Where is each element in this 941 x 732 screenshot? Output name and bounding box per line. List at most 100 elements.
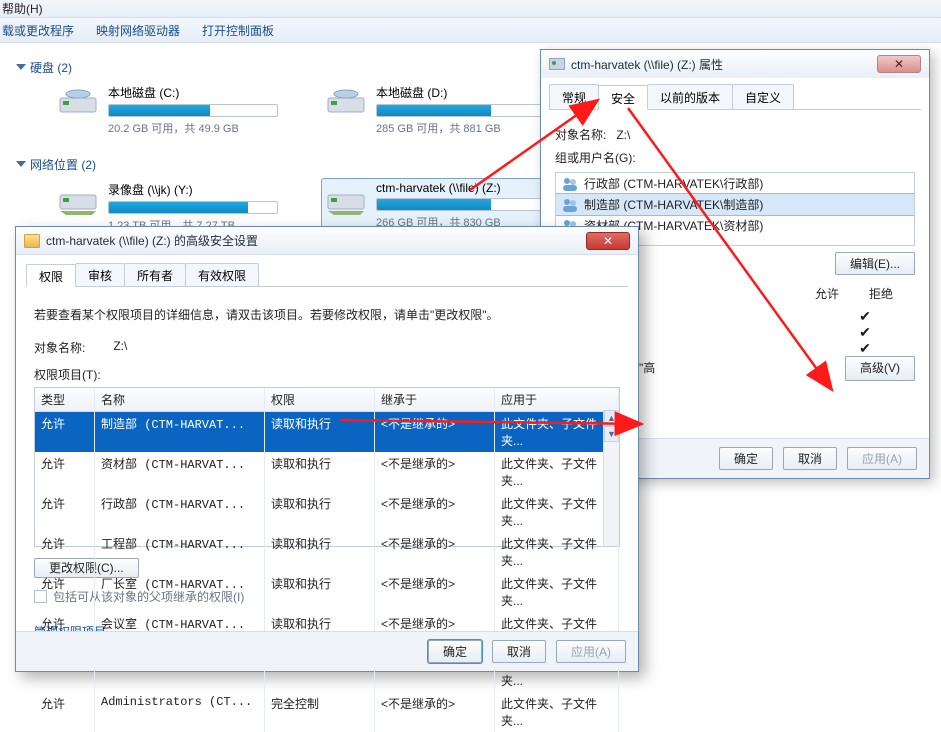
drive-d-name: 本地磁盘 (D:) xyxy=(376,84,554,101)
permission-cell-perm: 完全控制 xyxy=(265,692,375,732)
cancel-button[interactable]: 取消 xyxy=(492,640,546,663)
drive-y-name: 录像盘 (\\jk) (Y:) xyxy=(108,181,286,198)
tab-custom[interactable]: 自定义 xyxy=(732,84,794,109)
permission-cell-inh: <不是继承的> xyxy=(375,452,495,492)
group-icon xyxy=(562,197,578,213)
permission-cell-name: 厂长室 (CTM-HARVAT... xyxy=(95,572,265,612)
permission-cell-inh: <不是继承的> xyxy=(375,692,495,732)
permission-cell-type: 允许 xyxy=(35,532,95,572)
tab-permissions[interactable]: 权限 xyxy=(26,264,76,287)
network-drive-icon xyxy=(326,183,366,217)
toolbar-control-panel[interactable]: 打开控制面板 xyxy=(202,22,274,39)
drive-c-name: 本地磁盘 (C:) xyxy=(108,84,286,101)
col-name[interactable]: 名称 xyxy=(95,388,265,411)
permission-row[interactable]: 允许行政部 (CTM-HARVAT...读取和执行<不是继承的>此文件夹、子文件… xyxy=(35,492,619,532)
drive-icon xyxy=(58,86,98,120)
advanced-note: 若要查看某个权限项目的详细信息，请双击该项目。若要修改权限，请单击"更改权限"。 xyxy=(34,305,620,325)
permission-cell-perm: 读取和执行 xyxy=(265,412,375,452)
permission-cell-name: Administrators (CT... xyxy=(95,692,265,732)
properties-tabs: 常规 安全 以前的版本 自定义 xyxy=(549,84,921,110)
permission-cell-inh: <不是继承的> xyxy=(375,412,495,452)
group-item-label: 制造部 (CTM-HARVATEK\制造部) xyxy=(584,196,763,213)
advanced-titlebar[interactable]: ctm-harvatek (\\file) (Z:) 的高级安全设置 ✕ xyxy=(16,227,638,255)
col-type[interactable]: 类型 xyxy=(35,388,95,411)
check-icon: ✔ xyxy=(859,325,871,339)
close-button[interactable]: ✕ xyxy=(586,232,630,250)
permission-cell-inh: <不是继承的> xyxy=(375,572,495,612)
advanced-button[interactable]: 高级(V) xyxy=(845,356,915,381)
group-item[interactable]: 行政部 (CTM-HARVATEK\行政部) xyxy=(556,173,914,194)
apply-button[interactable]: 应用(A) xyxy=(847,447,917,470)
permission-cell-type: 允许 xyxy=(35,692,95,732)
col-apply[interactable]: 应用于 xyxy=(495,388,619,411)
permission-row[interactable]: 允许资材部 (CTM-HARVAT...读取和执行<不是继承的>此文件夹、子文件… xyxy=(35,452,619,492)
tab-security[interactable]: 安全 xyxy=(598,85,648,110)
tab-general[interactable]: 常规 xyxy=(549,84,599,109)
drive-c-bar xyxy=(108,104,278,117)
permission-cell-perm: 读取和执行 xyxy=(265,492,375,532)
section-netloc-title: 网络位置 (2) xyxy=(30,158,96,172)
permission-cell-apply: 此文件夹、子文件夹... xyxy=(495,412,619,452)
advanced-footer: 确定 取消 应用(A) xyxy=(16,631,638,671)
drive-c-stat: 20.2 GB 可用，共 49.9 GB xyxy=(108,120,286,136)
permission-cell-name: 工程部 (CTM-HARVAT... xyxy=(95,532,265,572)
toolbar-map-drive[interactable]: 映射网络驱动器 xyxy=(96,22,180,39)
group-item[interactable]: 制造部 (CTM-HARVATEK\制造部) xyxy=(556,194,914,215)
drive-d-stat: 285 GB 可用，共 881 GB xyxy=(376,120,554,136)
tab-auditing[interactable]: 审核 xyxy=(75,263,125,286)
permission-cell-perm: 读取和执行 xyxy=(265,572,375,612)
tab-owner[interactable]: 所有者 xyxy=(124,263,186,286)
folder-icon xyxy=(24,234,40,248)
col-inherited[interactable]: 继承于 xyxy=(375,388,495,411)
permission-cell-type: 允许 xyxy=(35,572,95,612)
permission-cell-perm: 读取和执行 xyxy=(265,532,375,572)
close-icon: ✕ xyxy=(894,57,904,71)
permission-cell-name: 制造部 (CTM-HARVAT... xyxy=(95,412,265,452)
col-permission[interactable]: 权限 xyxy=(265,388,375,411)
permission-list-header: 类型 名称 权限 继承于 应用于 xyxy=(35,388,619,412)
menu-help[interactable]: 帮助(H) xyxy=(2,2,43,16)
toolbar-uninstall[interactable]: 载或更改程序 xyxy=(2,22,74,39)
network-drive-icon xyxy=(58,183,98,217)
permission-row[interactable]: 允许工程部 (CTM-HARVAT...读取和执行<不是继承的>此文件夹、子文件… xyxy=(35,532,619,572)
drive-z-name: ctm-harvatek (\\file) (Z:) xyxy=(376,181,546,195)
object-name-value: Z:\ xyxy=(616,128,630,142)
edit-button[interactable]: 编辑(E)... xyxy=(835,252,915,275)
scroll-down[interactable]: ▼ xyxy=(604,426,619,442)
permission-cell-name: 资材部 (CTM-HARVAT... xyxy=(95,452,265,492)
permission-row[interactable]: 允许厂长室 (CTM-HARVAT...读取和执行<不是继承的>此文件夹、子文件… xyxy=(35,572,619,612)
permission-cell-type: 允许 xyxy=(35,492,95,532)
drive-d-bar xyxy=(376,104,546,117)
perm-list-label: 权限项目(T): xyxy=(34,366,620,383)
permission-cell-apply: 此文件夹、子文件夹... xyxy=(495,692,619,732)
scrollbar[interactable]: ▲ ▼ xyxy=(603,410,619,546)
properties-title: ctm-harvatek (\\file) (Z:) 属性 xyxy=(571,56,877,73)
object-name-value: Z:\ xyxy=(113,339,127,356)
drive-icon xyxy=(549,58,565,70)
object-name-label: 对象名称: xyxy=(34,339,85,356)
close-icon: ✕ xyxy=(603,234,613,248)
permission-cell-type: 允许 xyxy=(35,452,95,492)
advanced-title: ctm-harvatek (\\file) (Z:) 的高级安全设置 xyxy=(46,232,586,249)
permission-cell-apply: 此文件夹、子文件夹... xyxy=(495,452,619,492)
menubar: 帮助(H) xyxy=(0,0,941,18)
close-button[interactable]: ✕ xyxy=(877,55,921,73)
permission-cell-apply: 此文件夹、子文件夹... xyxy=(495,572,619,612)
permission-row[interactable]: 允许Administrators (CT...完全控制<不是继承的>此文件夹、子… xyxy=(35,692,619,732)
group-item-label: 行政部 (CTM-HARVATEK\行政部) xyxy=(584,175,763,192)
cancel-button[interactable]: 取消 xyxy=(783,447,837,470)
drive-c[interactable]: 本地磁盘 (C:) 20.2 GB 可用，共 49.9 GB xyxy=(58,84,286,136)
permission-row[interactable]: 允许制造部 (CTM-HARVAT...读取和执行<不是继承的>此文件夹、子文件… xyxy=(35,412,619,452)
ok-button[interactable]: 确定 xyxy=(428,640,482,663)
tab-previous-versions[interactable]: 以前的版本 xyxy=(647,84,733,109)
check-icon: ✔ xyxy=(859,309,871,323)
drive-d[interactable]: 本地磁盘 (D:) 285 GB 可用，共 881 GB xyxy=(326,84,554,136)
permission-list[interactable]: 类型 名称 权限 继承于 应用于 允许制造部 (CTM-HARVAT...读取和… xyxy=(34,387,620,547)
ok-button[interactable]: 确定 xyxy=(719,447,773,470)
properties-titlebar[interactable]: ctm-harvatek (\\file) (Z:) 属性 ✕ xyxy=(541,50,929,78)
scroll-up[interactable]: ▲ xyxy=(604,410,619,426)
groups-label: 组或用户名(G): xyxy=(555,149,636,166)
tab-effective[interactable]: 有效权限 xyxy=(185,263,259,286)
check-icon: ✔ xyxy=(859,341,871,355)
apply-button[interactable]: 应用(A) xyxy=(556,640,626,663)
